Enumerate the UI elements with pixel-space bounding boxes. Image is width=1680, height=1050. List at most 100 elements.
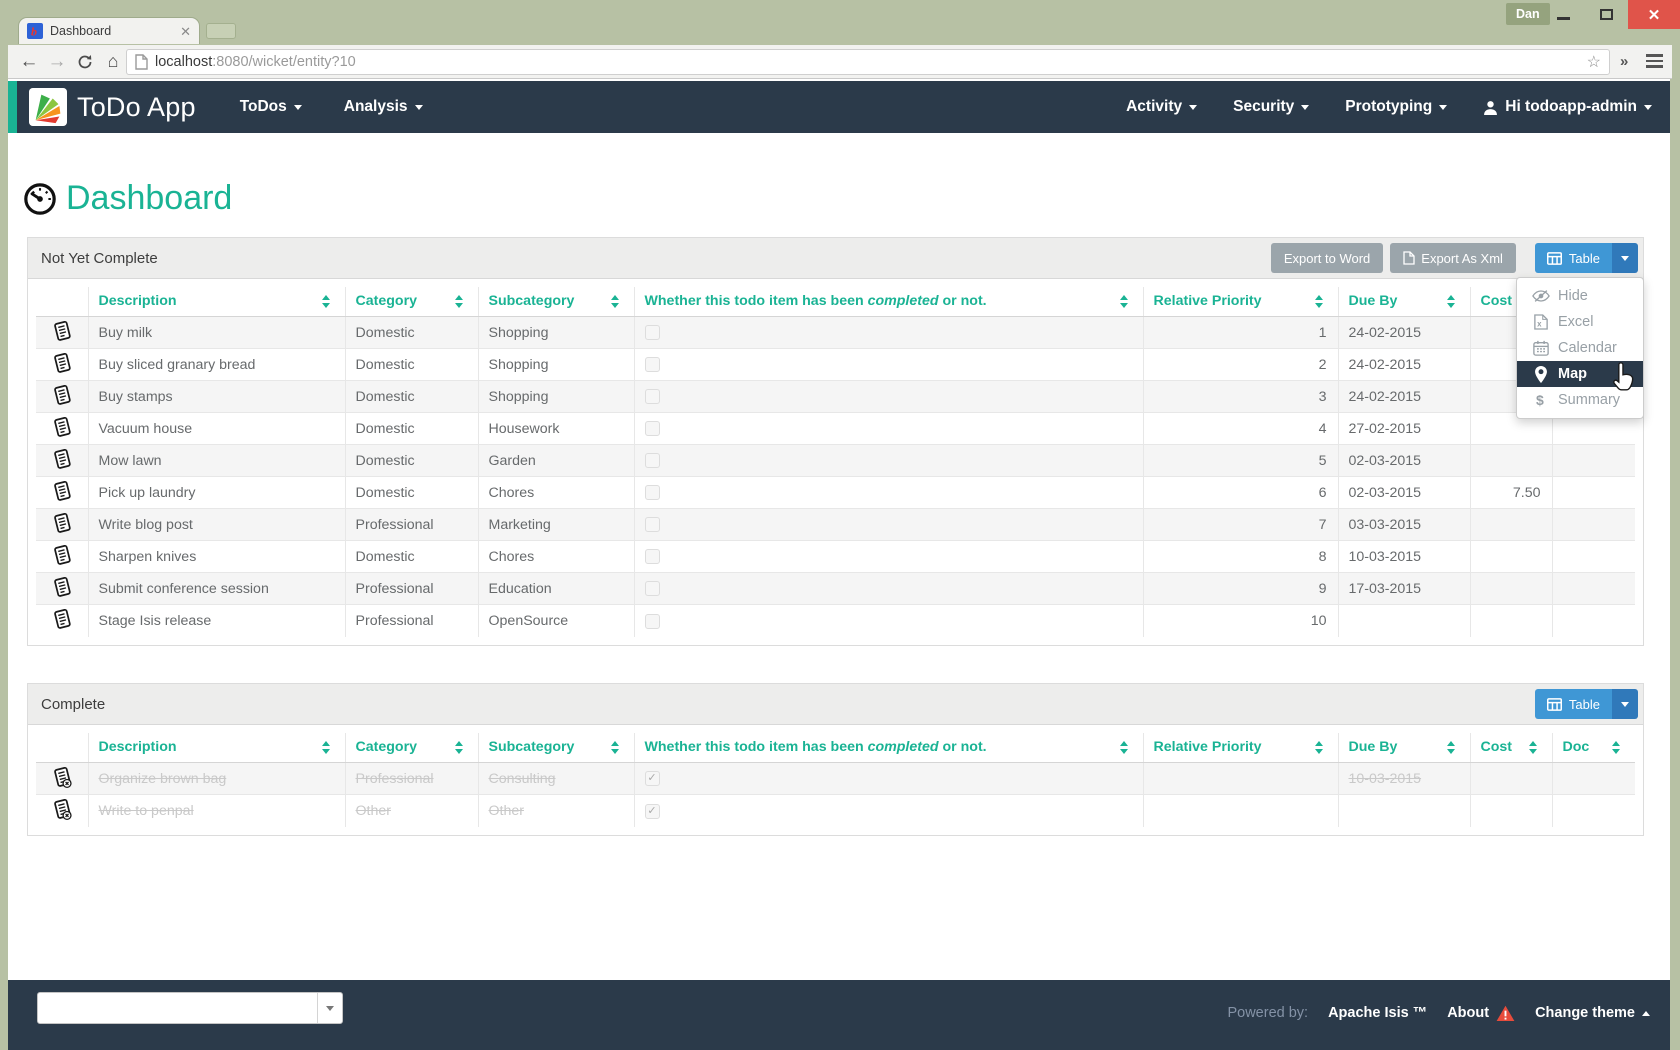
nav-menu-prototyping[interactable]: Prototyping	[1345, 98, 1447, 116]
maximize-button[interactable]	[1586, 0, 1626, 29]
url-bar[interactable]: localhost:8080/wicket/entity?10 ☆	[126, 49, 1610, 75]
view-table-button[interactable]: Table	[1535, 243, 1612, 273]
view-menu-item-calendar[interactable]: Calendar	[1517, 335, 1643, 361]
cell-description[interactable]: Buy sliced granary bread	[88, 349, 345, 381]
column-header-priority[interactable]: Relative Priority	[1143, 733, 1338, 763]
sort-icon[interactable]	[455, 741, 464, 754]
sort-icon[interactable]	[1612, 741, 1621, 754]
todo-item-done-icon[interactable]	[51, 765, 73, 789]
home-icon[interactable]: ⌂	[100, 45, 126, 78]
sort-icon[interactable]	[1529, 741, 1538, 754]
sort-icon[interactable]	[1315, 295, 1324, 308]
sort-icon[interactable]	[611, 295, 620, 308]
back-icon[interactable]: ←	[16, 45, 42, 78]
todo-item-icon[interactable]	[51, 511, 73, 535]
todo-item-icon[interactable]	[51, 383, 73, 407]
cell-description[interactable]: Pick up laundry	[88, 477, 345, 509]
new-tab-button[interactable]	[206, 23, 236, 39]
todo-item-icon[interactable]	[51, 447, 73, 471]
nav-menu-todos[interactable]: ToDos	[240, 98, 302, 116]
bookmark-star-icon[interactable]: ☆	[1587, 52, 1601, 72]
toolbar-overflow-icon[interactable]: »	[1620, 53, 1628, 70]
forward-icon[interactable]: →	[44, 45, 70, 78]
column-header-description[interactable]: Description	[88, 287, 345, 317]
completed-checkbox[interactable]	[645, 549, 660, 564]
sort-icon[interactable]	[611, 741, 620, 754]
todo-item-icon[interactable]	[51, 607, 73, 631]
sort-icon[interactable]	[1120, 741, 1129, 754]
view-menu-item-hide[interactable]: Hide	[1517, 283, 1643, 309]
column-header-category[interactable]: Category	[345, 733, 478, 763]
column-header-cost[interactable]: Cost	[1470, 733, 1552, 763]
column-header-doc[interactable]: Doc	[1552, 733, 1635, 763]
todo-item-icon[interactable]	[51, 575, 73, 599]
column-header-completed[interactable]: Whether this todo item has been complete…	[634, 733, 1143, 763]
nav-menu-activity[interactable]: Activity	[1126, 98, 1197, 116]
completed-checkbox[interactable]	[645, 485, 660, 500]
column-header-description[interactable]: Description	[88, 733, 345, 763]
todo-item-done-icon[interactable]	[51, 797, 73, 821]
completed-checkbox[interactable]	[645, 389, 660, 404]
sort-icon[interactable]	[1120, 295, 1129, 308]
column-header-subcategory[interactable]: Subcategory	[478, 287, 634, 317]
completed-checkbox[interactable]	[645, 581, 660, 596]
completed-checkbox[interactable]	[645, 325, 660, 340]
reload-icon[interactable]	[72, 45, 98, 78]
sort-icon[interactable]	[455, 295, 464, 308]
sort-icon[interactable]	[1447, 295, 1456, 308]
nav-menu-analysis[interactable]: Analysis	[344, 98, 423, 116]
nav-menu-security[interactable]: Security	[1233, 98, 1309, 116]
menu-icon[interactable]	[1646, 54, 1663, 71]
export-as-xml-button[interactable]: Export As Xml	[1390, 243, 1516, 273]
sort-icon[interactable]	[322, 295, 331, 308]
completed-checkbox[interactable]	[645, 421, 660, 436]
sort-icon[interactable]	[1315, 741, 1324, 754]
sort-icon[interactable]	[322, 741, 331, 754]
select-caret-icon[interactable]	[317, 993, 342, 1023]
completed-checkbox-checked[interactable]: ✓	[645, 804, 660, 819]
todo-item-icon[interactable]	[51, 543, 73, 567]
about-link[interactable]: About	[1447, 1005, 1515, 1022]
column-header-due[interactable]: Due By	[1338, 287, 1470, 317]
cell-description[interactable]: Organize brown bag	[88, 763, 345, 795]
app-brand[interactable]: ToDo App	[77, 92, 196, 123]
completed-checkbox[interactable]	[645, 614, 660, 629]
cell-description[interactable]: Buy milk	[88, 317, 345, 349]
close-button[interactable]: ✕	[1628, 0, 1680, 29]
completed-checkbox[interactable]	[645, 357, 660, 372]
app-logo-icon[interactable]	[29, 88, 67, 126]
url-text[interactable]: localhost:8080/wicket/entity?10	[155, 54, 1580, 70]
browser-tab[interactable]: b Dashboard ✕	[18, 17, 200, 44]
completed-checkbox[interactable]	[645, 453, 660, 468]
apache-isis-link[interactable]: Apache Isis ™	[1328, 1005, 1427, 1021]
todo-item-icon[interactable]	[51, 319, 73, 343]
change-theme-link[interactable]: Change theme	[1535, 1005, 1650, 1021]
completed-checkbox-checked[interactable]: ✓	[645, 771, 660, 786]
view-dropdown-toggle[interactable]	[1612, 243, 1638, 273]
cell-description[interactable]: Stage Isis release	[88, 605, 345, 637]
nav-menu-hi-todoapp-admin[interactable]: Hi todoapp-admin	[1483, 98, 1652, 116]
view-menu-item-excel[interactable]: xExcel	[1517, 309, 1643, 335]
cell-description[interactable]: Submit conference session	[88, 573, 345, 605]
cell-description[interactable]: Buy stamps	[88, 381, 345, 413]
sort-icon[interactable]	[1447, 741, 1456, 754]
theme-select[interactable]	[37, 992, 343, 1024]
cell-description[interactable]: Mow lawn	[88, 445, 345, 477]
column-header-subcategory[interactable]: Subcategory	[478, 733, 634, 763]
todo-item-icon[interactable]	[51, 479, 73, 503]
column-header-due[interactable]: Due By	[1338, 733, 1470, 763]
column-header-completed[interactable]: Whether this todo item has been complete…	[634, 287, 1143, 317]
completed-checkbox[interactable]	[645, 517, 660, 532]
column-header-priority[interactable]: Relative Priority	[1143, 287, 1338, 317]
todo-item-icon[interactable]	[51, 415, 73, 439]
cell-description[interactable]: Write blog post	[88, 509, 345, 541]
tab-close-icon[interactable]: ✕	[180, 25, 191, 38]
column-header-category[interactable]: Category	[345, 287, 478, 317]
todo-item-icon[interactable]	[51, 351, 73, 375]
cell-description[interactable]: Vacuum house	[88, 413, 345, 445]
export-to-word-button[interactable]: Export to Word	[1271, 243, 1383, 273]
minimize-button[interactable]	[1543, 0, 1583, 29]
view-dropdown-toggle[interactable]	[1612, 689, 1638, 719]
cell-description[interactable]: Write to penpal	[88, 795, 345, 827]
cell-description[interactable]: Sharpen knives	[88, 541, 345, 573]
